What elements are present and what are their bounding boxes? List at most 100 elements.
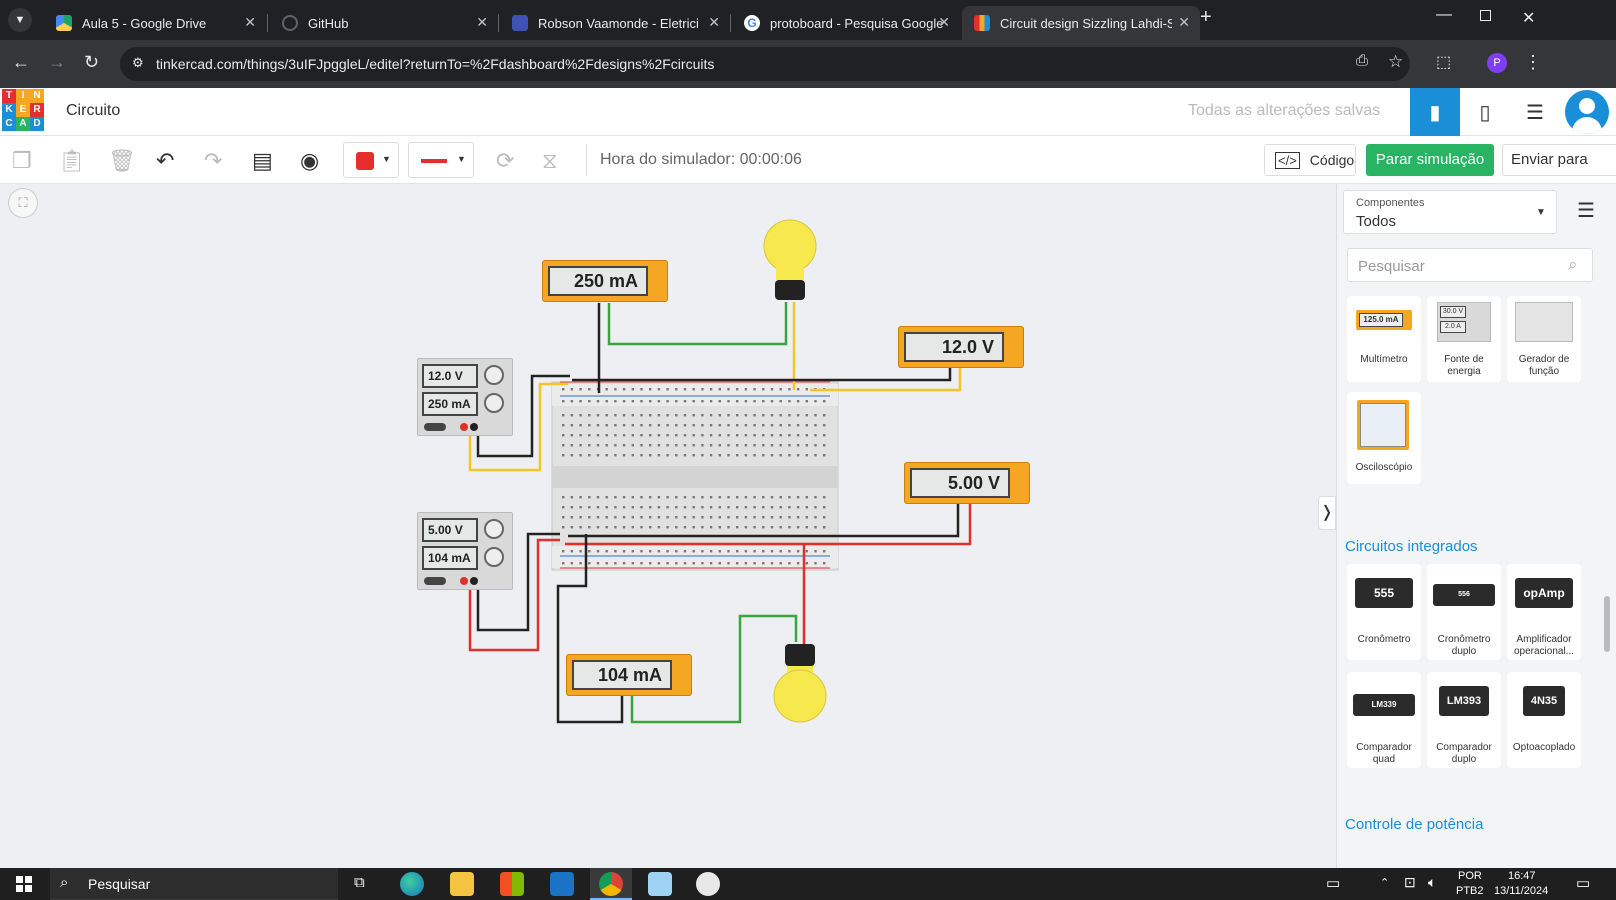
breadboard-hole[interactable] bbox=[596, 562, 600, 565]
components-dropdown[interactable]: Componentes Todos ▼ bbox=[1343, 190, 1557, 234]
redo-icon[interactable]: ↷ bbox=[204, 148, 222, 174]
breadboard-hole[interactable] bbox=[614, 454, 617, 457]
breadboard-hole[interactable] bbox=[796, 424, 800, 427]
breadboard-hole[interactable] bbox=[718, 526, 721, 529]
close-icon[interactable]: ✕ bbox=[1178, 14, 1190, 31]
breadboard-hole[interactable] bbox=[605, 434, 608, 437]
breadboard-hole[interactable] bbox=[709, 444, 713, 447]
breadboard-hole[interactable] bbox=[709, 434, 713, 437]
breadboard-hole[interactable] bbox=[631, 414, 634, 417]
notifications-icon[interactable]: ▭ bbox=[1576, 874, 1590, 892]
breadboard-hole[interactable] bbox=[640, 516, 643, 519]
breadboard-hole[interactable] bbox=[683, 444, 687, 447]
breadboard-hole[interactable] bbox=[657, 434, 661, 437]
breadboard-hole[interactable] bbox=[770, 388, 774, 391]
breadboard-hole[interactable] bbox=[622, 562, 626, 565]
breadboard-hole[interactable] bbox=[805, 424, 808, 427]
breadboard-hole[interactable] bbox=[779, 550, 782, 553]
breadboard-hole[interactable] bbox=[579, 424, 582, 427]
breadboard-hole[interactable] bbox=[657, 562, 661, 565]
breadboard-hole[interactable] bbox=[770, 516, 774, 519]
breadboard-hole[interactable] bbox=[666, 454, 669, 457]
positive-terminal[interactable] bbox=[460, 423, 468, 431]
breadboard-hole[interactable] bbox=[823, 516, 826, 519]
breadboard-hole[interactable] bbox=[622, 550, 626, 553]
install-app-icon[interactable]: ⎙ bbox=[1356, 52, 1368, 69]
breadboard-hole[interactable] bbox=[718, 434, 721, 437]
breadboard-hole[interactable] bbox=[788, 526, 791, 529]
breadboard-hole[interactable] bbox=[736, 434, 739, 437]
breadboard-hole[interactable] bbox=[657, 414, 661, 417]
multimeter-top-voltage[interactable]: 12.0 V bbox=[898, 326, 1024, 368]
breadboard-hole[interactable] bbox=[805, 444, 808, 447]
rotate-icon[interactable]: ⟳ bbox=[496, 148, 514, 174]
breadboard-hole[interactable] bbox=[579, 550, 582, 553]
breadboard-hole[interactable] bbox=[727, 516, 730, 519]
component-opamp[interactable]: opAmp Amplificador operacional... bbox=[1507, 564, 1581, 660]
breadboard-hole[interactable] bbox=[823, 454, 826, 457]
breadboard-hole[interactable] bbox=[709, 496, 713, 499]
breadboard-hole[interactable] bbox=[744, 454, 748, 457]
breadboard-hole[interactable] bbox=[605, 562, 608, 565]
breadboard-hole[interactable] bbox=[701, 444, 704, 447]
component-555[interactable]: 555 Cronômetro bbox=[1347, 564, 1421, 660]
breadboard-hole[interactable] bbox=[701, 562, 704, 565]
breadboard-hole[interactable] bbox=[701, 454, 704, 457]
breadboard-hole[interactable] bbox=[744, 434, 748, 437]
breadboard-hole[interactable] bbox=[622, 444, 626, 447]
breadboard-hole[interactable] bbox=[683, 506, 687, 509]
breadboard-hole[interactable] bbox=[631, 388, 634, 391]
breadboard-hole[interactable] bbox=[649, 434, 652, 437]
breadboard-hole[interactable] bbox=[596, 434, 600, 437]
breadboard-hole[interactable] bbox=[596, 414, 600, 417]
multimeter-bottom-current[interactable]: 104 mA bbox=[566, 654, 692, 696]
breadboard-hole[interactable] bbox=[614, 550, 617, 553]
breadboard-hole[interactable] bbox=[675, 526, 678, 529]
breadboard-hole[interactable] bbox=[727, 388, 730, 391]
breadboard-hole[interactable] bbox=[805, 496, 808, 499]
breadboard-hole[interactable] bbox=[736, 424, 739, 427]
breadboard-hole[interactable] bbox=[709, 388, 713, 391]
breadboard-hole[interactable] bbox=[675, 516, 678, 519]
circuit-canvas[interactable]: ⛶ 12.0 V 250 mA 5.00 V 104 mA 250 mA 12.… bbox=[0, 184, 1336, 868]
multimeter-mid-voltage[interactable]: 5.00 V bbox=[904, 462, 1030, 504]
breadboard-hole[interactable] bbox=[614, 400, 617, 403]
notepad-icon[interactable] bbox=[648, 872, 672, 896]
breadboard-hole[interactable] bbox=[675, 454, 678, 457]
breadboard-hole[interactable] bbox=[814, 414, 817, 417]
breadboard-hole[interactable] bbox=[762, 496, 765, 499]
breadboard-hole[interactable] bbox=[649, 454, 652, 457]
breadboard-hole[interactable] bbox=[709, 506, 713, 509]
breadboard-hole[interactable] bbox=[744, 496, 748, 499]
breadboard-hole[interactable] bbox=[744, 516, 748, 519]
copy-icon[interactable]: ❐ bbox=[12, 148, 32, 174]
breadboard-hole[interactable] bbox=[805, 506, 808, 509]
notes-visibility-icon[interactable]: ◉ bbox=[300, 148, 319, 174]
power-supply-1[interactable]: 12.0 V 250 mA bbox=[417, 358, 513, 436]
breadboard-hole[interactable] bbox=[657, 424, 661, 427]
breadboard-hole[interactable] bbox=[614, 424, 617, 427]
clock-time[interactable]: 16:47 bbox=[1508, 870, 1536, 882]
breadboard-hole[interactable] bbox=[622, 424, 626, 427]
breadboard-hole[interactable] bbox=[779, 434, 782, 437]
forward-icon[interactable]: → bbox=[48, 52, 66, 73]
breadboard-hole[interactable] bbox=[692, 550, 695, 553]
breadboard-hole[interactable] bbox=[727, 444, 730, 447]
breadboard-hole[interactable] bbox=[805, 526, 808, 529]
breadboard-hole[interactable] bbox=[796, 434, 800, 437]
tray-app-icon[interactable]: ▭ bbox=[1326, 874, 1340, 892]
breadboard-hole[interactable] bbox=[692, 388, 695, 391]
breadboard-hole[interactable] bbox=[770, 434, 774, 437]
breadboard-hole[interactable] bbox=[718, 516, 721, 519]
power-supply-2[interactable]: 5.00 V 104 mA bbox=[417, 512, 513, 590]
breadboard-hole[interactable] bbox=[736, 550, 739, 553]
breadboard-hole[interactable] bbox=[570, 414, 574, 417]
breadboard-hole[interactable] bbox=[770, 424, 774, 427]
profile-avatar[interactable]: P bbox=[1487, 53, 1507, 73]
breadboard-hole[interactable] bbox=[614, 562, 617, 565]
breadboard-hole[interactable] bbox=[814, 424, 817, 427]
breadboard-hole[interactable] bbox=[657, 400, 661, 403]
breadboard-hole[interactable] bbox=[666, 506, 669, 509]
breadboard-hole[interactable] bbox=[596, 424, 600, 427]
breadboard-hole[interactable] bbox=[701, 496, 704, 499]
